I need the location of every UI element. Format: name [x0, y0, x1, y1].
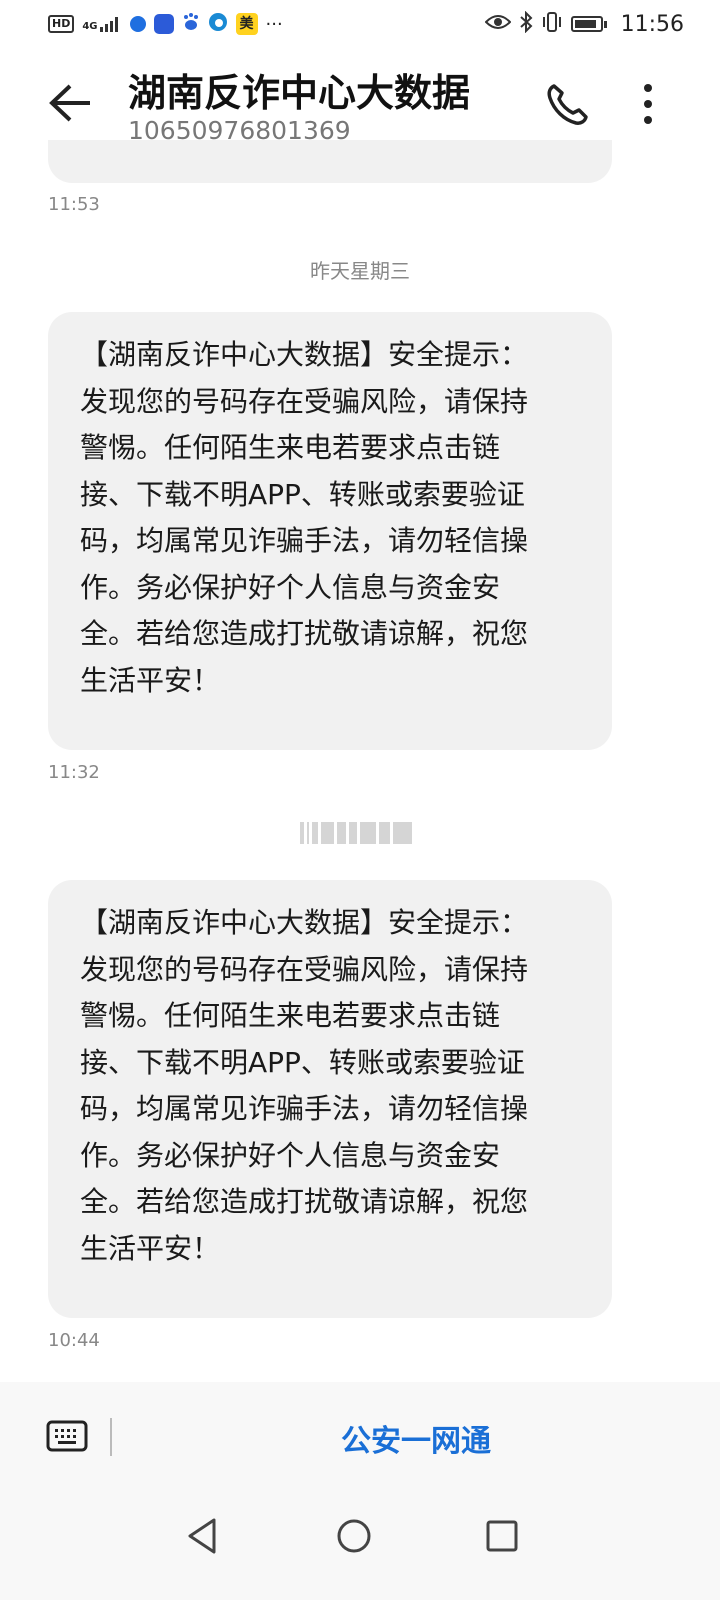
service-menu-link[interactable]: 公安一网通 [112, 1416, 720, 1460]
message-line: 全。若给您造成打扰敬请谅解，祝您 [80, 1185, 529, 1218]
message-line: 【湖南反诈中心大数据】安全提示： [80, 338, 529, 371]
status-right: 11:56 [484, 10, 684, 37]
keyboard-toggle-button[interactable] [46, 1420, 88, 1452]
nav-back-button[interactable] [180, 1512, 228, 1560]
message-time: 11:53 [48, 194, 100, 215]
status-time: 11:56 [620, 11, 684, 37]
battery-icon [570, 16, 603, 32]
hd-badge: HD [48, 15, 75, 33]
message-line: 生活平安！ [80, 1231, 221, 1265]
message-line: 码，均属常见诈骗手法，请勿轻信操 [80, 1092, 529, 1125]
status-left: HD 4G 美 ··· [48, 12, 283, 36]
keyboard-icon [46, 1420, 88, 1452]
message-time: 10:44 [48, 1330, 100, 1351]
contact-name: 湖南反诈中心大数据 [128, 71, 471, 115]
more-options-button[interactable] [636, 82, 660, 126]
message-line: 全。若给您造成打扰敬请谅解，祝您 [80, 617, 529, 650]
more-vertical-icon [644, 84, 652, 124]
nav-home-button[interactable] [330, 1512, 378, 1560]
message-line: 警惕。任何陌生来电若要求点击链 [80, 431, 501, 464]
message-bubble[interactable]: 【湖南反诈中心大数据】安全提示： 发现您的号码存在受骗风险，请保持 警惕。任何陌… [48, 880, 612, 1318]
message-line: 码，均属常见诈骗手法，请勿轻信操 [80, 524, 529, 557]
edge-app-icon [208, 12, 228, 36]
message-line: 生活平安！ [80, 663, 221, 697]
message-line: 警惕。任何陌生来电若要求点击链 [80, 999, 501, 1032]
phone-icon [547, 84, 588, 125]
message-line: 接、下载不明APP、转账或索要验证 [80, 477, 525, 511]
bottom-service-bar: 公安一网通 [0, 1382, 720, 1492]
system-navigation-bar [0, 1492, 720, 1600]
message-line: 【湖南反诈中心大数据】安全提示： [80, 906, 529, 939]
news-app-icon [153, 14, 174, 34]
message-line: 作。务必保护好个人信息与资金安 [80, 1138, 501, 1172]
message-bubble-partial[interactable] [48, 140, 612, 183]
blurred-day-separator [300, 822, 412, 844]
message-line: 发现您的号码存在受骗风险，请保持 [80, 384, 529, 418]
message-line: 作。务必保护好个人信息与资金安 [80, 570, 501, 604]
circle-home-icon [337, 1519, 371, 1553]
message-time: 11:32 [48, 762, 100, 783]
triangle-back-icon [188, 1518, 216, 1554]
message-line: 接、下载不明APP、转账或索要验证 [80, 1045, 525, 1079]
more-notifications-icon: ··· [265, 13, 283, 35]
nav-recents-button[interactable] [478, 1512, 526, 1560]
baidu-app-icon [182, 12, 200, 36]
browser-app-icon [129, 16, 146, 32]
message-bubble[interactable]: 【湖南反诈中心大数据】安全提示： 发现您的号码存在受骗风险，请保持 警惕。任何陌… [48, 312, 612, 750]
status-bar: HD 4G 美 ··· 11:56 [0, 0, 720, 48]
call-button[interactable] [544, 80, 592, 128]
arrow-left-icon [49, 84, 90, 122]
vibrate-icon [541, 11, 563, 37]
bluetooth-icon [519, 10, 533, 37]
square-recents-icon [486, 1520, 518, 1552]
back-button[interactable] [44, 78, 94, 128]
signal-icon: 4G [82, 16, 121, 32]
eye-icon [484, 13, 512, 35]
day-separator: 昨天星期三 [310, 259, 410, 283]
battery-tip-icon [603, 20, 607, 28]
message-line: 发现您的号码存在受骗风险，请保持 [80, 952, 529, 986]
meituan-app-icon: 美 [235, 13, 258, 35]
